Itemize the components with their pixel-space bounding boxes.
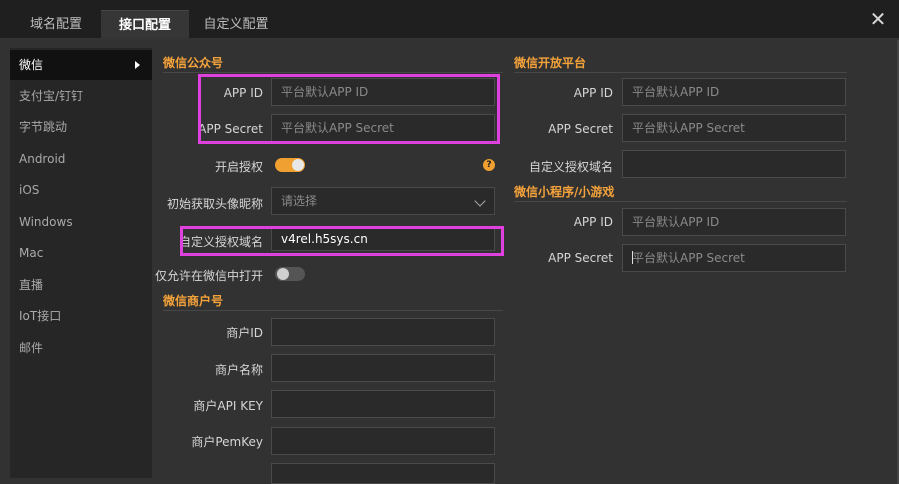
tab-custom-config[interactable]: 自定义配置 bbox=[190, 10, 282, 40]
merchant-pem-key-input[interactable] bbox=[271, 427, 495, 455]
mp-initial-fetch-label: 初始获取头像昵称 bbox=[166, 197, 263, 211]
section-divider bbox=[163, 72, 503, 73]
sidebar-item-mac[interactable]: Mac bbox=[10, 238, 152, 268]
mp-wechat-only-toggle[interactable] bbox=[275, 267, 305, 281]
merchant-pem-key-label: 商户PemKey bbox=[191, 435, 263, 449]
highlight-box-app-credentials bbox=[198, 74, 500, 144]
section-title-wechat-merchant: 微信商户号 bbox=[163, 294, 224, 308]
mini-app-secret-label: APP Secret bbox=[548, 251, 613, 265]
section-title-wechat-open: 微信开放平台 bbox=[514, 56, 587, 70]
sidebar-item-ios[interactable]: iOS bbox=[10, 175, 152, 205]
highlight-box-custom-domain bbox=[180, 226, 504, 256]
merchant-name-input[interactable] bbox=[271, 354, 495, 382]
text-caret bbox=[632, 251, 633, 264]
select-placeholder: 请选择 bbox=[281, 194, 318, 208]
mp-auth-toggle[interactable] bbox=[275, 158, 305, 172]
toggle-knob bbox=[292, 159, 304, 171]
section-divider bbox=[514, 72, 847, 73]
sidebar-item-live[interactable]: 直播 bbox=[10, 270, 152, 300]
dialog-body: 微信 支付宝/钉钉 字节跳动 Android iOS Windows Mac 直… bbox=[0, 40, 899, 484]
tab-bar: 域名配置 接口配置 自定义配置 ✕ bbox=[0, 0, 899, 40]
section-divider bbox=[163, 310, 503, 311]
section-divider bbox=[514, 201, 847, 202]
merchant-id-label: 商户ID bbox=[226, 326, 263, 340]
tab-interface-config[interactable]: 接口配置 bbox=[101, 10, 189, 40]
sidebar-item-alipay[interactable]: 支付宝/钉钉 bbox=[10, 81, 152, 111]
open-custom-domain-label: 自定义授权域名 bbox=[528, 160, 613, 174]
sidebar-item-wechat[interactable]: 微信 bbox=[10, 50, 152, 80]
tab-domain-config[interactable]: 域名配置 bbox=[10, 10, 102, 40]
merchant-id-input[interactable] bbox=[271, 318, 495, 346]
mp-wechat-only-label: 仅允许在微信中打开 bbox=[154, 269, 263, 283]
sidebar-item-label: 微信 bbox=[19, 58, 44, 72]
sidebar-item-iot[interactable]: IoT接口 bbox=[10, 301, 152, 331]
open-app-secret-label: APP Secret bbox=[548, 122, 613, 136]
sidebar: 微信 支付宝/钉钉 字节跳动 Android iOS Windows Mac 直… bbox=[10, 48, 152, 478]
sidebar-item-mail[interactable]: 邮件 bbox=[10, 333, 152, 363]
sidebar-item-bytedance[interactable]: 字节跳动 bbox=[10, 112, 152, 142]
close-icon[interactable]: ✕ bbox=[869, 9, 887, 29]
open-app-id-label: APP ID bbox=[573, 86, 613, 100]
merchant-extra-input[interactable] bbox=[271, 463, 495, 484]
chevron-down-icon bbox=[474, 195, 486, 207]
mini-app-secret-input[interactable] bbox=[622, 244, 846, 272]
sidebar-item-windows[interactable]: Windows bbox=[10, 207, 152, 237]
mini-app-id-label: APP ID bbox=[573, 215, 613, 229]
mini-app-id-input[interactable] bbox=[622, 208, 846, 236]
merchant-api-key-input[interactable] bbox=[271, 390, 495, 418]
open-app-id-input[interactable] bbox=[622, 78, 846, 106]
merchant-name-label: 商户名称 bbox=[214, 363, 263, 377]
mp-initial-fetch-select[interactable]: 请选择 bbox=[271, 187, 495, 215]
toggle-knob bbox=[277, 268, 289, 280]
merchant-api-key-label: 商户API KEY bbox=[193, 399, 263, 413]
mp-auth-label: 开启授权 bbox=[214, 160, 263, 174]
open-app-secret-input[interactable] bbox=[622, 114, 846, 142]
section-title-wechat-mini: 微信小程序/小游戏 bbox=[514, 185, 615, 199]
section-title-wechat-mp: 微信公众号 bbox=[163, 56, 224, 70]
sidebar-item-android[interactable]: Android bbox=[10, 144, 152, 174]
open-custom-domain-input[interactable] bbox=[622, 150, 846, 178]
chevron-right-icon bbox=[135, 61, 140, 69]
